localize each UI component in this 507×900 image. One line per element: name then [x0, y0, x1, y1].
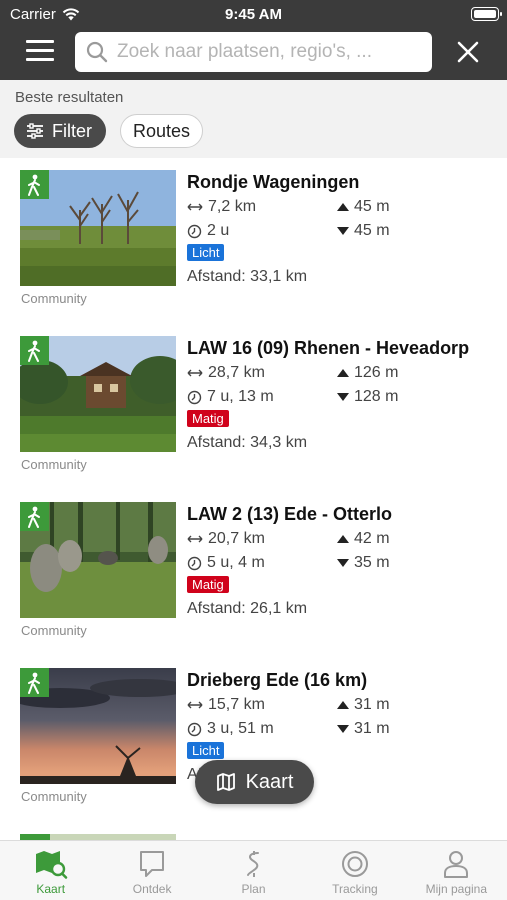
route-title: Rondje Wageningen [187, 172, 360, 192]
route-thumbnail [20, 336, 176, 452]
route-descent: 45 m [337, 222, 390, 240]
filter-section: Beste resultaten Filter Routes [0, 80, 507, 158]
battery-icon [471, 7, 502, 21]
route-source: Community [21, 789, 87, 804]
clock-icon [187, 722, 202, 736]
hiking-icon [20, 668, 49, 697]
triangle-up-icon [337, 701, 349, 709]
close-search-button[interactable] [455, 39, 481, 65]
map-icon [216, 773, 235, 791]
route-source: Community [21, 457, 87, 472]
filter-button[interactable]: Filter [14, 114, 106, 148]
route-item[interactable]: Community Rondje Wageningen 7,2 km 45 m … [0, 158, 507, 324]
route-away-distance: Afstand: 33,1 km [187, 268, 308, 285]
tab-plan[interactable]: Plan [203, 841, 304, 900]
target-icon [341, 851, 368, 877]
route-duration: 2 u [187, 222, 229, 240]
tab-label: Ontdek [132, 882, 172, 896]
arrow-both-icon [187, 701, 203, 709]
route-source: Community [21, 623, 87, 638]
tab-mijn-pagina[interactable]: Mijn pagina [406, 841, 507, 900]
routes-chip[interactable]: Routes [120, 114, 203, 148]
hiking-icon [20, 170, 49, 199]
triangle-up-icon [337, 535, 349, 543]
route-distance: 15,7 km [187, 696, 265, 714]
status-bar: Carrier 9:45 AM [0, 0, 507, 28]
bottom-tab-bar: Kaart Ontdek Plan Tracking Mijn pagina [0, 840, 507, 900]
route-descent: 35 m [337, 554, 390, 572]
search-bar[interactable] [75, 32, 432, 72]
triangle-down-icon [337, 559, 349, 567]
route-s-icon [246, 851, 259, 877]
filter-label: Filter [52, 120, 92, 141]
triangle-up-icon [337, 203, 349, 211]
tab-label: Plan [241, 882, 266, 896]
route-descent: 128 m [337, 388, 398, 406]
tab-ontdek[interactable]: Ontdek [101, 841, 202, 900]
best-results-label: Beste resultaten [15, 89, 124, 106]
person-icon [444, 851, 469, 878]
hiking-icon [20, 502, 49, 531]
route-duration: 3 u, 51 m [187, 720, 274, 738]
sliders-icon [27, 123, 43, 139]
route-duration: 5 u, 4 m [187, 554, 265, 572]
difficulty-badge: Licht [187, 742, 225, 759]
tab-label: Tracking [332, 882, 378, 896]
route-ascent: 31 m [337, 696, 390, 714]
route-title: LAW 16 (09) Rhenen - Heveadorp [187, 338, 470, 358]
map-button-label: Kaart [245, 770, 294, 793]
route-away-distance: Afstand: 34,3 km [187, 434, 308, 451]
route-distance: 7,2 km [187, 198, 256, 216]
difficulty-badge: Matig [187, 576, 229, 593]
tab-label: Kaart [36, 882, 66, 896]
route-descent: 31 m [337, 720, 390, 738]
route-item[interactable]: Community LAW 2 (13) Ede - Otterlo 20,7 … [0, 490, 507, 656]
search-icon [86, 41, 108, 63]
route-distance: 20,7 km [187, 530, 265, 548]
route-thumbnail [20, 502, 176, 618]
triangle-down-icon [337, 725, 349, 733]
tab-tracking[interactable]: Tracking [304, 841, 405, 900]
hamburger-menu-button[interactable] [26, 40, 54, 64]
clock-icon [187, 556, 202, 570]
clock-icon [187, 390, 202, 404]
tab-label: Mijn pagina [425, 882, 488, 896]
map-search-icon [35, 851, 68, 879]
route-item[interactable]: Community LAW 16 (09) Rhenen - Heveadorp… [0, 324, 507, 490]
arrow-both-icon [187, 369, 203, 377]
route-thumbnail [20, 668, 176, 784]
route-distance: 28,7 km [187, 364, 265, 382]
route-duration: 7 u, 13 m [187, 388, 274, 406]
difficulty-badge: Licht [187, 244, 225, 261]
route-ascent: 42 m [337, 530, 390, 548]
hiking-icon [20, 336, 49, 365]
route-away-distance: Afstand: 26,1 km [187, 600, 308, 617]
top-bar: Carrier 9:45 AM [0, 0, 507, 80]
route-ascent: 45 m [337, 198, 390, 216]
clock-icon [187, 224, 202, 238]
tab-kaart[interactable]: Kaart [0, 841, 101, 900]
route-thumbnail [20, 170, 176, 286]
triangle-down-icon [337, 393, 349, 401]
route-ascent: 126 m [337, 364, 398, 382]
triangle-up-icon [337, 369, 349, 377]
route-title: LAW 2 (13) Ede - Otterlo [187, 504, 393, 524]
chat-bubble-icon [140, 851, 165, 877]
search-input[interactable] [117, 41, 417, 63]
next-route-item-peek [0, 826, 507, 840]
arrow-both-icon [187, 203, 203, 211]
status-time: 9:45 AM [225, 6, 282, 23]
route-list: Community Rondje Wageningen 7,2 km 45 m … [0, 158, 507, 822]
arrow-both-icon [187, 535, 203, 543]
route-title: Drieberg Ede (16 km) [187, 670, 368, 690]
map-view-button[interactable]: Kaart [195, 760, 314, 804]
route-source: Community [21, 291, 87, 306]
triangle-down-icon [337, 227, 349, 235]
close-icon [457, 41, 479, 63]
difficulty-badge: Matig [187, 410, 229, 427]
